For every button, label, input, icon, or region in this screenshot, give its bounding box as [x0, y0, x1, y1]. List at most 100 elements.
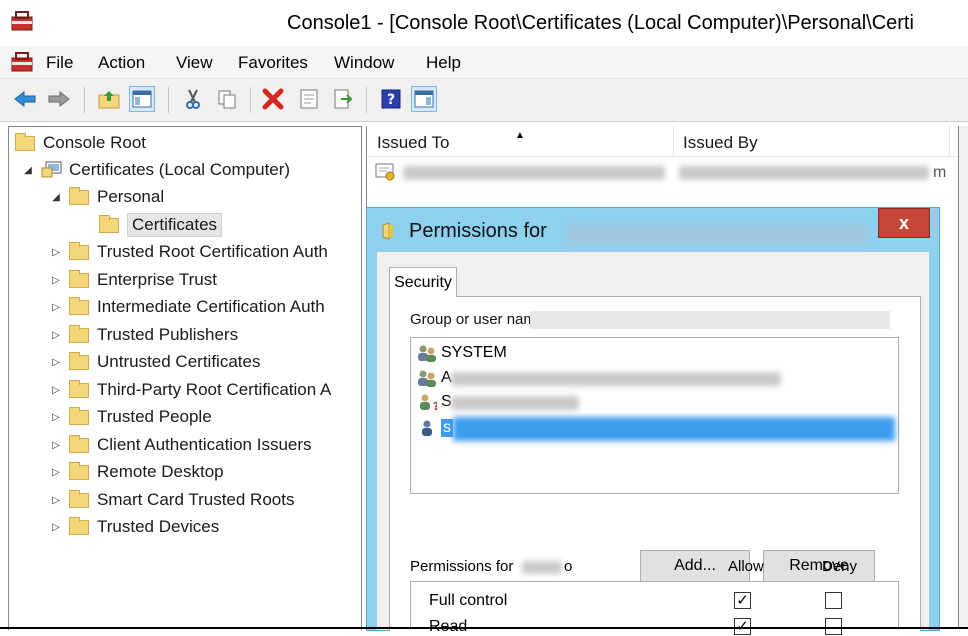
tree-item-label: Trusted People	[97, 407, 212, 426]
tree-item-label: Trusted Root Certification Auth	[97, 242, 328, 261]
column-divider[interactable]	[673, 126, 674, 156]
expand-arrow-icon[interactable]: ▷	[49, 412, 63, 423]
tree-item-store[interactable]: ▷ Client Authentication Issuers	[49, 432, 312, 458]
show-hide-tree-icon[interactable]	[129, 86, 155, 112]
export-icon[interactable]	[330, 86, 356, 112]
list-item-user[interactable]: ? S	[417, 390, 452, 414]
deny-full-control-checkbox[interactable]	[825, 592, 842, 609]
tree-item-personal[interactable]: ◢ Personal	[49, 184, 164, 210]
tree-item-store[interactable]: ▷ Third-Party Root Certification A	[49, 377, 331, 403]
expand-arrow-icon[interactable]: ▷	[49, 357, 63, 368]
permissions-list: Full control ✓ Read ✓	[410, 581, 899, 635]
folder-icon	[69, 351, 89, 370]
tab-security[interactable]: Security	[389, 267, 457, 297]
expand-arrow-icon[interactable]: ▷	[49, 247, 63, 258]
list-row-overflow: m	[933, 164, 947, 181]
tree-item-certificates[interactable]: Certificates	[99, 212, 223, 238]
up-folder-icon[interactable]	[96, 86, 122, 112]
tree-item-label: Client Authentication Issuers	[97, 435, 312, 454]
tree-item-label: Smart Card Trusted Roots	[97, 490, 295, 509]
collapse-arrow-icon[interactable]: ◢	[21, 165, 35, 176]
menu-window[interactable]: Window	[334, 53, 394, 73]
toolbar: ?	[0, 79, 968, 122]
permissions-for-label: Permissions for	[410, 558, 513, 575]
tree-item-certificates-local-computer[interactable]: ◢ Certificates (Local Computer)	[21, 157, 290, 183]
menu-favorites[interactable]: Favorites	[238, 53, 308, 73]
column-issued-to[interactable]: Issued To	[377, 133, 449, 153]
properties-icon[interactable]	[296, 86, 322, 112]
close-button[interactable]: x	[878, 208, 930, 238]
redacted-selected-user	[453, 417, 895, 441]
toolbar-separator	[168, 87, 169, 113]
list-item-user[interactable]: A	[417, 366, 452, 390]
back-arrow-icon[interactable]	[12, 86, 38, 112]
copy-icon[interactable]	[214, 86, 240, 112]
folder-icon	[69, 186, 89, 205]
expand-arrow-icon[interactable]: ▷	[49, 302, 63, 313]
tree-item-label: Console Root	[43, 133, 147, 152]
menu-action[interactable]: Action	[98, 53, 145, 73]
tree-item-store[interactable]: ▷ Untrusted Certificates	[49, 349, 260, 375]
tree-item-label: Third-Party Root Certification A	[97, 380, 332, 399]
expand-arrow-icon[interactable]: ▷	[49, 275, 63, 286]
unknown-user-icon: ?	[417, 392, 437, 412]
folder-icon	[381, 221, 401, 241]
menu-file[interactable]: File	[46, 53, 73, 73]
folder-icon	[69, 516, 89, 535]
folder-icon	[99, 214, 119, 233]
folder-icon	[69, 406, 89, 425]
action-pane-icon[interactable]	[411, 86, 437, 112]
tree-item-store[interactable]: ▷ Smart Card Trusted Roots	[49, 487, 294, 513]
tree-item-store[interactable]: ▷ Trusted Publishers	[49, 322, 238, 348]
expand-arrow-icon[interactable]: ▷	[49, 495, 63, 506]
folder-icon	[69, 241, 89, 260]
tree-item-store[interactable]: ▷ Enterprise Trust	[49, 267, 217, 293]
folder-icon	[69, 379, 89, 398]
folder-icon	[69, 324, 89, 343]
menu-help[interactable]: Help	[426, 53, 461, 73]
delete-icon[interactable]	[260, 86, 286, 112]
users-group-icon	[417, 368, 437, 388]
tree-item-store[interactable]: ▷ Trusted Devices	[49, 514, 219, 540]
label-highlight	[530, 311, 890, 329]
folder-icon	[69, 461, 89, 480]
redacted-dialog-title	[567, 224, 867, 244]
menu-view[interactable]: View	[176, 53, 213, 73]
user-name: SYSTEM	[441, 344, 507, 361]
expand-arrow-icon[interactable]: ▷	[49, 440, 63, 451]
tree-item-label: Remote Desktop	[97, 462, 224, 481]
column-divider[interactable]	[949, 126, 950, 156]
expand-arrow-icon[interactable]: ▷	[49, 467, 63, 478]
list-item-system[interactable]: SYSTEM	[417, 341, 507, 365]
expand-arrow-icon[interactable]: ▷	[49, 522, 63, 533]
tree-item-label: Trusted Devices	[97, 517, 220, 536]
tree-item-store[interactable]: ▷ Trusted People	[49, 404, 212, 430]
help-icon[interactable]: ?	[378, 86, 404, 112]
group-user-list[interactable]: SYSTEM A ? S	[410, 337, 899, 494]
cut-icon[interactable]	[180, 86, 206, 112]
right-pane-edge	[958, 126, 968, 629]
redacted-user-name	[451, 396, 579, 410]
tree-item-store[interactable]: ▷ Trusted Root Certification Auth	[49, 239, 328, 265]
tree-item-label: Certificates	[127, 213, 223, 237]
expand-arrow-icon[interactable]: ▷	[49, 330, 63, 341]
folder-icon	[69, 489, 89, 508]
mmc-menu-icon[interactable]	[10, 51, 34, 73]
mmc-toolbox-icon[interactable]	[10, 10, 34, 32]
redacted-permissions-user	[522, 561, 562, 574]
forward-arrow-icon[interactable]	[46, 86, 72, 112]
tree-item-console-root[interactable]: Console Root	[15, 130, 146, 156]
collapse-arrow-icon[interactable]: ◢	[49, 192, 63, 203]
permissions-label-text: Permissions for	[410, 558, 514, 575]
window-title: Console1 - [Console Root\Certificates (L…	[287, 12, 914, 34]
tree-item-label: Personal	[97, 187, 165, 206]
menu-bar: File Action View Favorites Window Help	[0, 46, 968, 79]
tree-item-store[interactable]: ▷ Intermediate Certification Auth	[49, 294, 325, 320]
expand-arrow-icon[interactable]: ▷	[49, 385, 63, 396]
console-tree: Console Root ◢ Certificates (Local Compu…	[8, 126, 362, 630]
remove-button[interactable]: Remove	[763, 550, 875, 582]
column-issued-by[interactable]: Issued By	[683, 133, 758, 153]
tree-item-label: Intermediate Certification Auth	[97, 297, 325, 316]
tree-item-store[interactable]: ▷ Remote Desktop	[49, 459, 224, 485]
allow-full-control-checkbox[interactable]: ✓	[734, 592, 751, 609]
